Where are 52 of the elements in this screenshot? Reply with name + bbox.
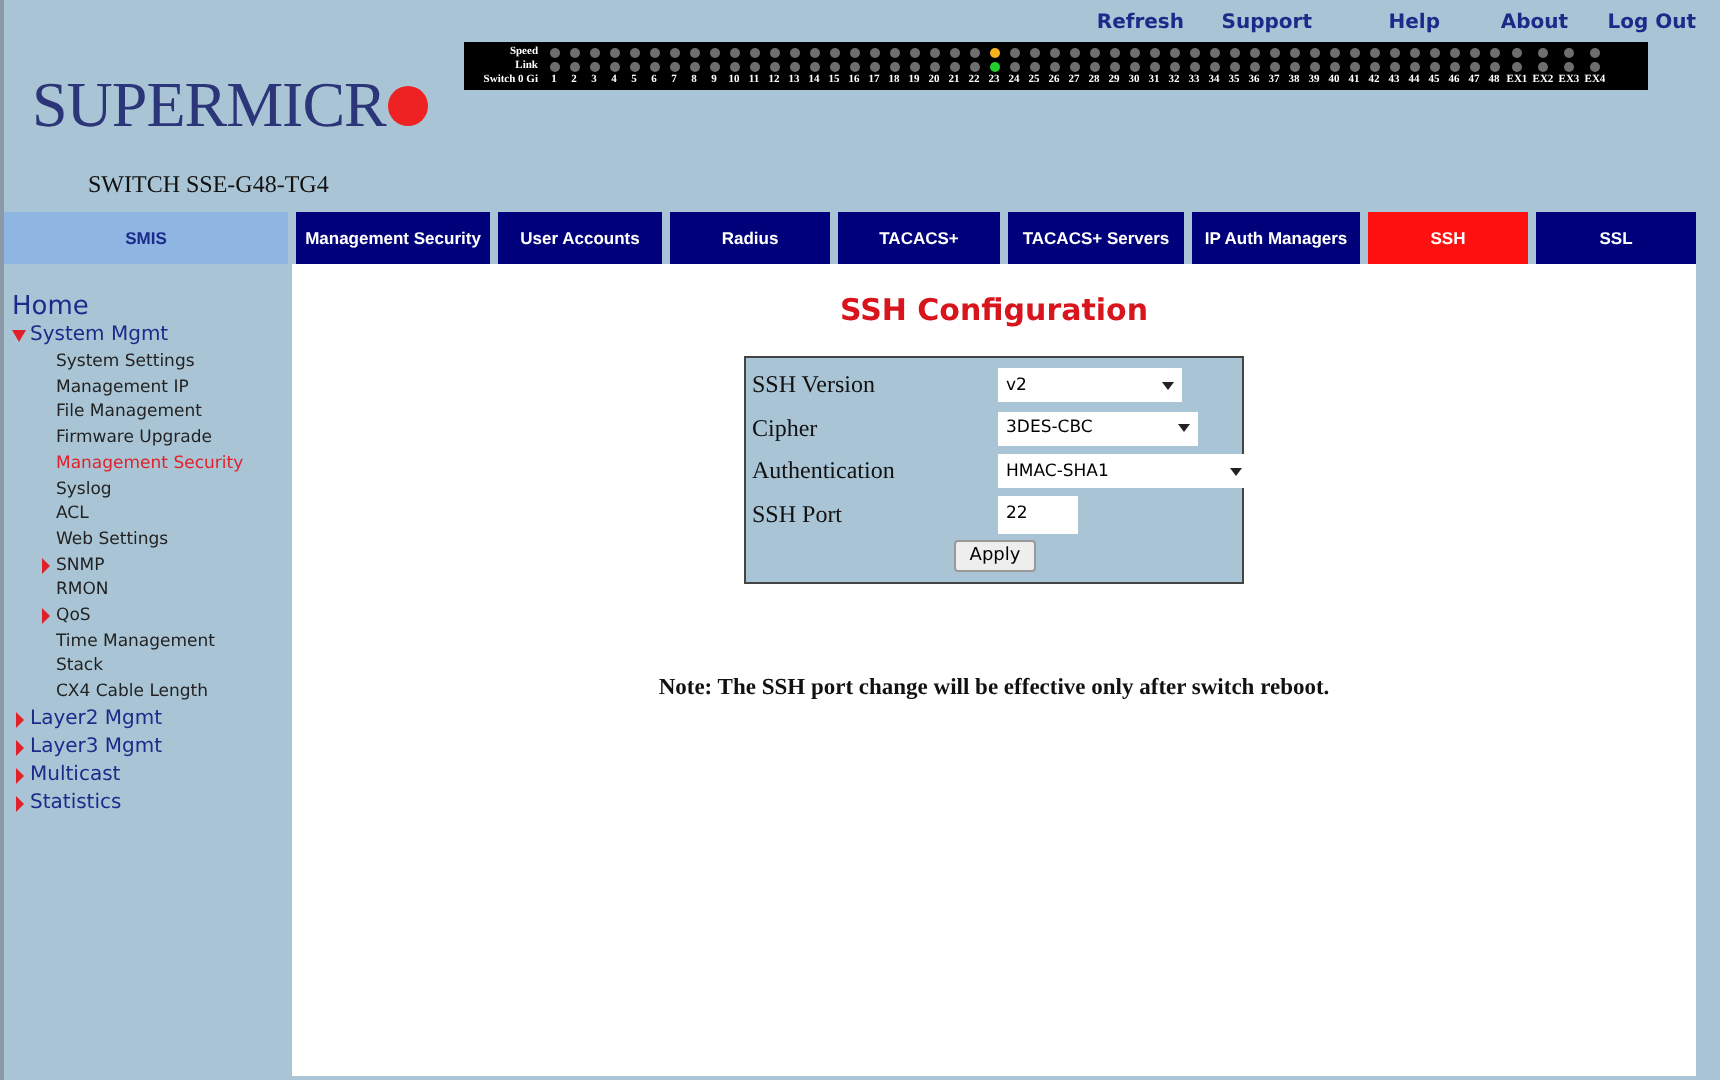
menu-item[interactable]: Layer3 Mgmt: [12, 733, 288, 762]
note-text: Note: The SSH port change will be effective only after switch reboot.: [658, 676, 1330, 700]
nav-tab[interactable]: SSL: [1536, 212, 1696, 264]
nav-tab[interactable]: User Accounts: [498, 212, 662, 264]
dropdown-arrow-icon: [1178, 424, 1190, 433]
switch-model: SWITCH SSE-G48-TG4: [88, 170, 331, 200]
submenu-item[interactable]: Firmware Upgrade: [56, 426, 288, 452]
field-label: Cipher: [752, 413, 820, 444]
expanded-caret-icon: [12, 328, 26, 344]
menu-item[interactable]: Multicast: [12, 761, 288, 790]
select-field[interactable]: 3DES-CBC: [998, 411, 1198, 446]
nav-tab[interactable]: TACACS+: [838, 212, 1000, 264]
collapsed-caret-icon: [38, 557, 52, 574]
dropdown-arrow-icon: [1162, 381, 1174, 390]
nav-tab[interactable]: SSH: [1368, 212, 1528, 264]
supermicro-logo: SUPERMICR: [32, 68, 460, 142]
top-link[interactable]: Support: [1184, 12, 1312, 34]
collapsed-caret-icon: [38, 608, 52, 625]
top-link[interactable]: Help: [1312, 12, 1440, 34]
submenu-item[interactable]: CX4 Cable Length: [56, 680, 288, 706]
select-field[interactable]: HMAC-SHA1: [998, 454, 1250, 489]
field-label: SSH Version: [752, 370, 877, 401]
submenu-item[interactable]: QoS: [38, 604, 288, 630]
nav-tab[interactable]: Management Security: [296, 212, 490, 264]
menu-item[interactable]: Statistics: [12, 789, 288, 818]
menu-item[interactable]: Layer2 Mgmt: [12, 705, 288, 734]
submenu-item[interactable]: Syslog: [56, 477, 288, 503]
submenu-item[interactable]: File Management: [56, 400, 288, 427]
submenu-item[interactable]: Time Management: [56, 629, 288, 655]
submenu-item[interactable]: System Settings: [56, 350, 288, 376]
menu-item[interactable]: System Mgmt: [12, 322, 288, 350]
submenu-item[interactable]: ACL: [56, 502, 288, 528]
input-field[interactable]: 22: [998, 495, 1078, 534]
submenu-item[interactable]: Stack: [56, 654, 288, 681]
nav-tab[interactable]: SMIS: [4, 212, 288, 264]
nav-tab[interactable]: Radius: [670, 212, 830, 264]
home-link[interactable]: Home: [12, 292, 288, 322]
field-label: SSH Port: [752, 499, 845, 530]
field-label: Authentication: [752, 456, 897, 487]
top-link[interactable]: Refresh: [1056, 12, 1184, 34]
top-link[interactable]: Log Out: [1568, 12, 1696, 34]
dropdown-arrow-icon: [1230, 467, 1242, 476]
page-title: SSH Configuration: [839, 292, 1149, 328]
select-field[interactable]: v2: [998, 368, 1182, 403]
nav-tab[interactable]: TACACS+ Servers: [1008, 212, 1184, 264]
apply-button[interactable]: Apply: [953, 540, 1037, 572]
submenu-item[interactable]: Web Settings: [56, 527, 288, 554]
nav-tab[interactable]: IP Auth Managers: [1192, 212, 1360, 264]
submenu-item[interactable]: RMON: [56, 578, 288, 605]
submenu-item[interactable]: Management IP: [56, 375, 288, 401]
submenu-item[interactable]: SNMP: [38, 553, 288, 579]
top-link[interactable]: About: [1440, 12, 1568, 34]
